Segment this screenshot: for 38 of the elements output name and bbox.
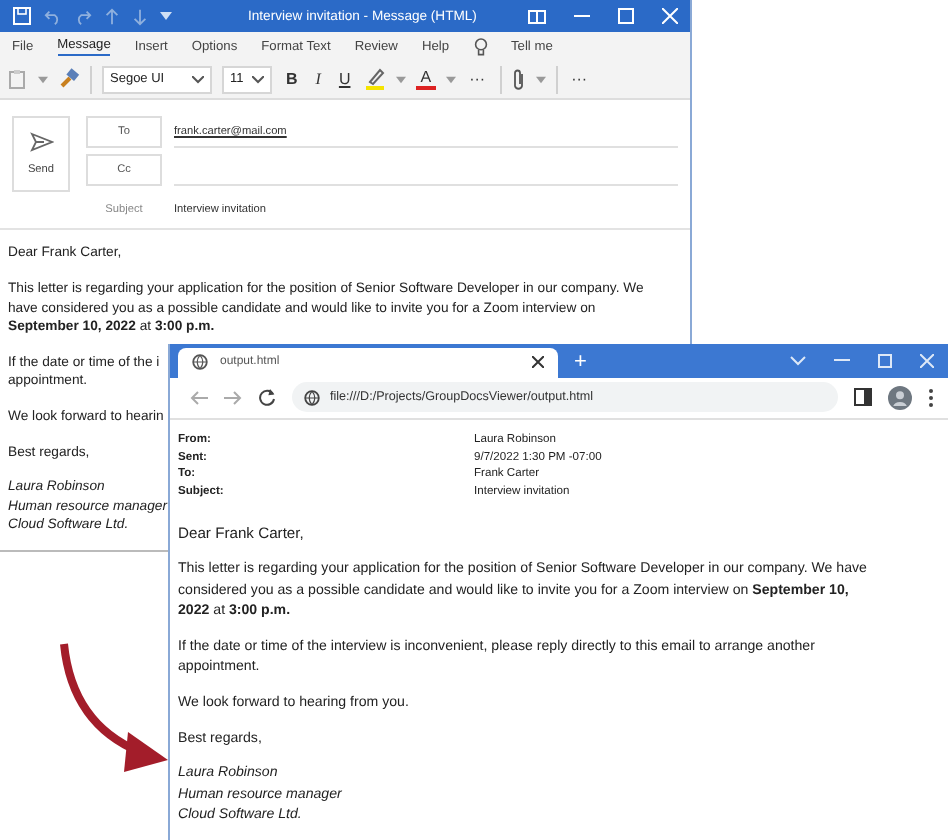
avatar-icon[interactable] (888, 385, 912, 410)
close-icon[interactable] (532, 356, 544, 369)
more-button[interactable]: ··· (465, 71, 490, 88)
maximize-icon[interactable] (878, 353, 892, 368)
more-button[interactable]: ··· (567, 71, 592, 88)
down-arrow-icon[interactable] (132, 7, 148, 26)
ribbon-display-icon[interactable] (528, 9, 546, 24)
send-icon (29, 132, 53, 153)
caret-icon[interactable] (396, 75, 407, 84)
save-icon[interactable] (12, 6, 32, 27)
caret-icon[interactable] (38, 75, 48, 84)
chevron-down-icon (192, 75, 204, 84)
lightbulb-icon[interactable] (473, 37, 487, 56)
new-tab-button[interactable]: + (574, 347, 587, 378)
caret-icon[interactable] (160, 10, 172, 23)
undo-icon[interactable] (44, 7, 62, 26)
reload-icon[interactable] (258, 388, 276, 407)
highlighter-icon[interactable] (364, 68, 387, 91)
globe-icon (304, 389, 320, 406)
caret-icon[interactable] (535, 75, 546, 84)
globe-icon (192, 354, 208, 371)
chevron-down-icon[interactable] (790, 355, 806, 366)
underline-button[interactable]: U (334, 71, 355, 88)
paste-icon[interactable] (8, 68, 28, 91)
redo-icon[interactable] (74, 7, 92, 26)
sidebar-icon[interactable] (854, 388, 872, 407)
menu-icon[interactable] (928, 387, 934, 408)
format-painter-icon[interactable] (58, 68, 80, 91)
back-icon[interactable] (190, 389, 208, 406)
italic-button[interactable]: I (311, 71, 325, 88)
chevron-down-icon (252, 75, 264, 84)
minimize-icon[interactable] (834, 358, 850, 363)
up-arrow-icon[interactable] (104, 7, 120, 26)
caret-icon[interactable] (445, 75, 456, 84)
forward-icon[interactable] (224, 389, 242, 406)
font-color-button[interactable]: A (416, 69, 436, 90)
bold-button[interactable]: B (282, 71, 302, 88)
paperclip-icon[interactable] (511, 67, 526, 92)
